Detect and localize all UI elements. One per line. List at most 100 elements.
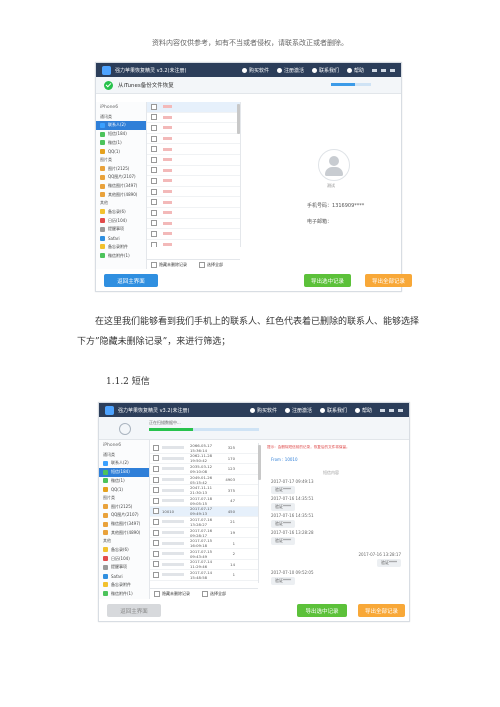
sidebar2-item[interactable]: 微信(1)	[99, 477, 149, 486]
message-row[interactable]: 2017-07-14 15:48:58 1	[150, 570, 258, 581]
export-selected-button[interactable]: 导出选中记录	[304, 274, 351, 287]
row-checkbox[interactable]	[153, 518, 159, 525]
export-all-button[interactable]: 导出全部记录	[365, 274, 412, 287]
row-checkbox[interactable]	[153, 444, 159, 451]
sidebar2-item[interactable]: 联系人(2)	[99, 459, 149, 468]
sidebar2-item[interactable]: 微信附件(1)	[99, 589, 149, 598]
row-checkbox[interactable]	[151, 230, 157, 237]
row-checkbox[interactable]	[153, 508, 159, 515]
sidebar2-item[interactable]: 微信图片(3497)	[99, 520, 149, 529]
register-button-2[interactable]: 注册激活	[284, 407, 312, 414]
sidebar-item[interactable]: 联系人(2)	[96, 121, 146, 130]
sidebar2-item[interactable]: 日历(104)	[99, 554, 149, 563]
row-checkbox[interactable]	[151, 167, 157, 174]
row-checkbox[interactable]	[153, 487, 159, 494]
message-row[interactable]: 10010 2017-07-17 09:49:13 450	[150, 506, 258, 518]
row-checkbox[interactable]	[151, 103, 157, 110]
export-selected-button-2[interactable]: 导出选中记录	[297, 604, 347, 617]
contact-list-scrollbar[interactable]	[237, 104, 240, 134]
contact-row[interactable]	[147, 113, 240, 124]
row-checkbox[interactable]	[153, 550, 159, 557]
row-checkbox[interactable]	[151, 114, 157, 121]
row-checkbox[interactable]	[153, 455, 159, 462]
row-checkbox[interactable]	[151, 220, 157, 227]
message-row[interactable]: 2062-11-28 19:50:42 170	[150, 453, 258, 465]
buy-button-2[interactable]: 购买软件	[249, 407, 277, 414]
row-checkbox[interactable]	[151, 156, 157, 163]
help-button-2[interactable]: 帮助	[354, 407, 372, 414]
row-checkbox[interactable]	[151, 124, 157, 131]
sidebar-item[interactable]: 微信附件(1)	[96, 251, 146, 260]
contact-row[interactable]	[147, 240, 240, 247]
sidebar-item[interactable]: 备忘录(6)	[96, 207, 146, 216]
sidebar2-item[interactable]: 备忘录(6)	[99, 545, 149, 554]
message-row[interactable]: 2049-01-26 05:15:42 4903	[150, 475, 258, 486]
buy-button[interactable]: 购买软件	[241, 67, 269, 74]
sidebar-item[interactable]: QQ图片(2107)	[96, 173, 146, 182]
row-checkbox[interactable]	[151, 188, 157, 195]
hide-undeleted-checkbox-2[interactable]: 隐藏未删除记录	[150, 591, 190, 597]
contact-row[interactable]	[147, 197, 240, 208]
message-list-scrollbar[interactable]	[258, 445, 261, 480]
back-button-2[interactable]: 返回主界面	[107, 604, 161, 617]
row-checkbox[interactable]	[153, 476, 159, 483]
sidebar-item[interactable]: 提醒事项	[96, 225, 146, 234]
sidebar-item[interactable]: 备忘录附件	[96, 243, 146, 252]
contact-row[interactable]	[147, 219, 240, 230]
message-row[interactable]: 2017-07-16 13:28:27 21	[150, 517, 258, 528]
message-row[interactable]: 2017-07-14 11:29:46 14	[150, 559, 258, 571]
sidebar2-item[interactable]: 短信(184)	[99, 467, 149, 477]
help-button[interactable]: 帮助	[346, 67, 364, 74]
sidebar-item[interactable]: QQ(1)	[96, 147, 146, 156]
register-button[interactable]: 注册激活	[276, 67, 304, 74]
contact-row[interactable]	[147, 144, 240, 155]
row-checkbox[interactable]	[151, 135, 157, 142]
contact-row[interactable]	[147, 176, 240, 187]
contact-button-2[interactable]: 联系我们	[319, 407, 347, 414]
row-checkbox[interactable]	[151, 146, 157, 153]
sidebar2-item[interactable]: QQ(1)	[99, 485, 149, 494]
sidebar2-item[interactable]: 图片(2125)	[99, 502, 149, 511]
message-row[interactable]: 2066-05-17 15:36:14 325	[150, 443, 258, 454]
sidebar-item[interactable]: 图片(2125)	[96, 164, 146, 173]
contact-row[interactable]	[147, 187, 240, 198]
sidebar-item[interactable]: 短信(184)	[96, 130, 146, 139]
row-checkbox[interactable]	[151, 177, 157, 184]
hide-undeleted-checkbox[interactable]: 隐藏未删除记录	[147, 262, 187, 268]
message-row[interactable]: 2017-07-18 09:05:15 47	[150, 496, 258, 507]
select-all-checkbox-2[interactable]: 选择全部	[198, 591, 226, 597]
window-controls[interactable]	[372, 68, 395, 72]
message-row[interactable]: 2017-07-15 16:09:18 1	[150, 538, 258, 549]
row-checkbox[interactable]	[153, 465, 159, 472]
contact-row[interactable]	[147, 166, 240, 177]
contact-row[interactable]	[147, 229, 240, 240]
sidebar2-item[interactable]: 其他图片(4890)	[99, 529, 149, 538]
sidebar2-item[interactable]: Safari	[99, 572, 149, 581]
message-row[interactable]: 2017-07-16 09:28:17 19	[150, 528, 258, 539]
sidebar-item[interactable]: 微信(1)	[96, 139, 146, 148]
sidebar-item[interactable]: Safari	[96, 234, 146, 243]
select-all-checkbox[interactable]: 选择全部	[195, 262, 223, 268]
sidebar2-item[interactable]: QQ图片(2107)	[99, 511, 149, 520]
row-checkbox[interactable]	[153, 571, 159, 578]
sidebar-item[interactable]: 微信图片(3497)	[96, 182, 146, 191]
row-checkbox[interactable]	[151, 199, 157, 206]
sidebar-item[interactable]: 日历(104)	[96, 216, 146, 225]
contact-row[interactable]	[147, 102, 240, 113]
row-checkbox[interactable]	[151, 241, 157, 247]
contact-button[interactable]: 联系我们	[311, 67, 339, 74]
sidebar2-item[interactable]: 提醒事项	[99, 563, 149, 572]
export-all-button-2[interactable]: 导出全部记录	[358, 604, 405, 617]
row-checkbox[interactable]	[153, 497, 159, 504]
contact-row[interactable]	[147, 134, 240, 145]
contact-row[interactable]	[147, 155, 240, 166]
row-checkbox[interactable]	[153, 540, 159, 547]
window-controls-2[interactable]	[380, 408, 403, 412]
row-checkbox[interactable]	[153, 529, 159, 536]
back-button[interactable]: 返回主界面	[104, 274, 158, 287]
contact-row[interactable]	[147, 123, 240, 134]
message-row[interactable]: 2035-03-12 09:10:08 123	[150, 464, 258, 475]
sidebar2-item[interactable]: 备忘录附件	[99, 581, 149, 590]
message-row[interactable]: 2047-11-11 21:30:13 375	[150, 485, 258, 496]
contact-row[interactable]	[147, 208, 240, 219]
